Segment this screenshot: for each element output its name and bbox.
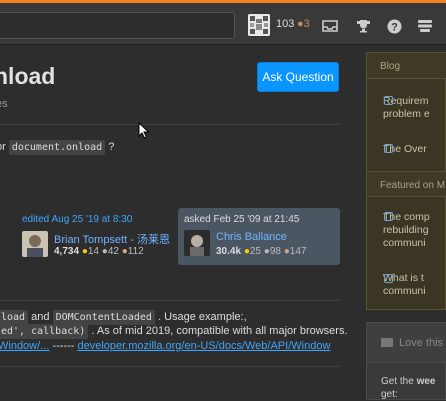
meta-icon [384, 274, 393, 283]
editor-avatar[interactable] [22, 231, 48, 257]
newsletter-title: Love this [399, 337, 444, 349]
editor-rep: 4,734 [54, 246, 80, 257]
asker-rep: 30.4k [216, 246, 242, 257]
bronze-badge-count: ●3 [297, 18, 310, 30]
blog-header: Blog [367, 53, 446, 79]
answer-code: ed', callback) [0, 324, 89, 339]
page-title: nload [0, 63, 56, 89]
asker-card: asked Feb 25 '09 at 21:45 Chris Ballance… [178, 208, 340, 265]
question-code: document.onload [8, 140, 106, 155]
mouse-cursor-icon [138, 121, 150, 144]
answer-text: and [31, 311, 50, 323]
answer-text: . Usage example:, [157, 311, 247, 323]
newsletter-header: Love this [367, 323, 446, 363]
sidebar-widget: Blog Requirem problem e The Over Feature… [366, 52, 446, 310]
answer-code: DOMContentLoaded [52, 310, 155, 325]
editor-name[interactable]: Brian Tompsett - 汤莱恩 [54, 231, 170, 247]
trophy-icon[interactable] [353, 16, 373, 36]
newsletter-bold: wee [416, 376, 436, 387]
editor-silver-count: 42 [107, 246, 119, 257]
question-text-prefix: or [0, 141, 6, 153]
answer-code: load [0, 310, 29, 325]
editor-card: edited Aug 25 '19 at 8:30 Brian Tompsett… [22, 210, 172, 262]
asked-timestamp[interactable]: asked Feb 25 '09 at 21:45 [184, 214, 299, 225]
asker-stats: 30.4k ●25 ●98 ●147 [216, 246, 306, 257]
asker-name[interactable]: Chris Ballance [216, 231, 287, 243]
edited-timestamp[interactable]: edited Aug 25 '19 at 8:30 [22, 214, 132, 225]
meta-icon [384, 212, 393, 221]
inbox-icon[interactable] [320, 16, 340, 36]
divider [0, 124, 340, 125]
mdn-link[interactable]: developer.mozilla.org/en-US/docs/Web/API… [77, 340, 330, 352]
divider [0, 300, 340, 301]
blog-icon [384, 96, 393, 105]
question-meta: es [0, 98, 8, 110]
top-bar: 103 ●3 ? [0, 0, 446, 45]
question-body: or document.onload ? [0, 140, 115, 155]
newsletter-text: get: [381, 389, 398, 400]
reputation-count: 103 [276, 18, 295, 30]
asker-gold-count: 25 [249, 246, 261, 257]
editor-gold-count: 14 [87, 246, 99, 257]
editor-stats: 4,734 ●14 ●42 ●112 [54, 246, 144, 257]
answer-line: load and DOMContentLoaded . Usage exampl… [0, 310, 247, 325]
newsletter-body: Get the wee get: [381, 375, 436, 401]
divider [0, 366, 340, 367]
editor-bronze-count: 112 [127, 246, 144, 257]
search-input[interactable] [0, 12, 235, 39]
featured-header: Featured on M [367, 171, 446, 197]
asker-bronze-count: 147 [289, 246, 307, 257]
mail-icon [381, 338, 393, 347]
asker-avatar[interactable] [184, 230, 210, 256]
asker-silver-count: 98 [269, 246, 281, 257]
newsletter-text: Get the [381, 376, 414, 387]
answer-separator: ------ [52, 340, 75, 352]
answer-link[interactable]: Window/... [0, 340, 49, 352]
question-text-suffix: ? [108, 141, 115, 153]
blog-icon [384, 144, 393, 153]
menu-icon[interactable] [415, 16, 435, 36]
user-avatar[interactable] [248, 14, 270, 36]
svg-text:?: ? [391, 21, 398, 33]
help-icon[interactable]: ? [384, 16, 404, 36]
ask-question-button[interactable]: Ask Question [257, 62, 339, 92]
newsletter-widget: Love this Get the wee get: [366, 322, 446, 400]
answer-line: ed', callback) . As of mid 2019, compati… [0, 324, 348, 339]
answer-line: Window/... ------ developer.mozilla.org/… [0, 340, 330, 352]
answer-text: . As of mid 2019, compatible with all ma… [91, 325, 348, 337]
